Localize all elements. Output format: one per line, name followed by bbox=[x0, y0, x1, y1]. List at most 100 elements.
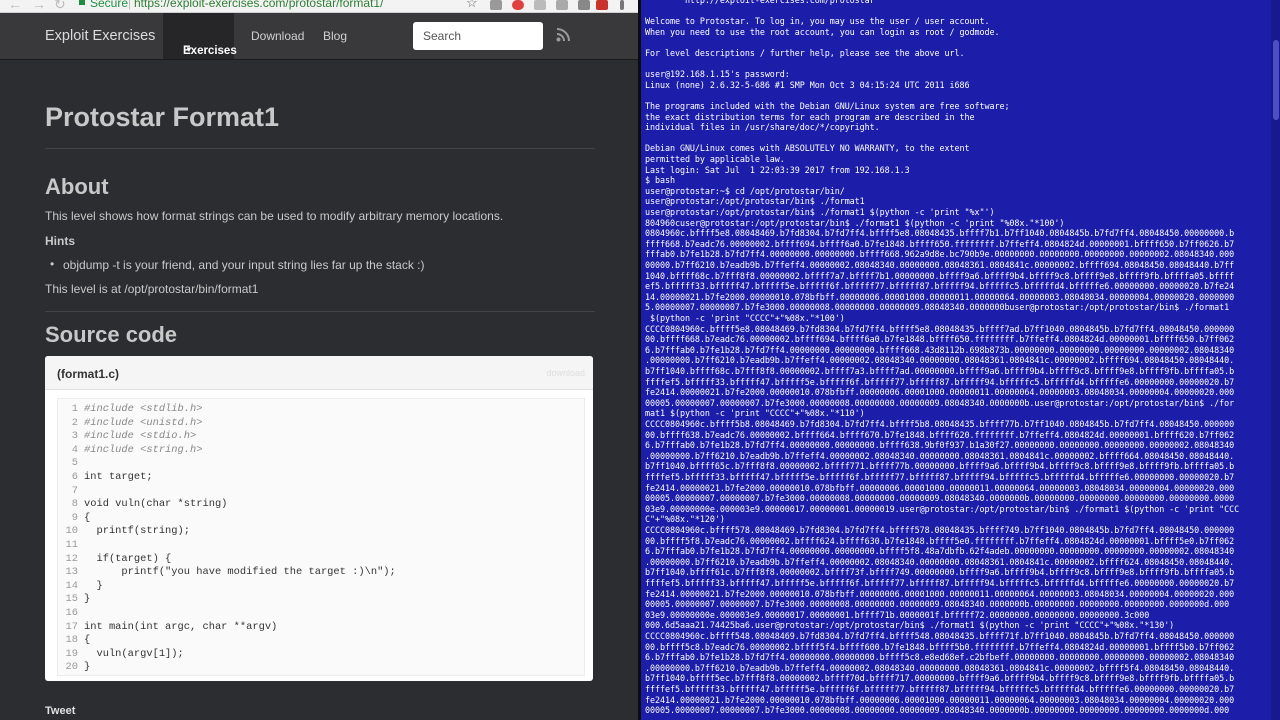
code-text: if(target) { bbox=[84, 552, 172, 565]
code-line: 2 #include <unistd.h> bbox=[58, 417, 584, 431]
terminal-line: 6.b7fffab0.b7fe1b28.b7fd7ff4.00000000.00… bbox=[645, 344, 1235, 355]
terminal-line: $(python -c 'print "CCCC"+"%08x."*100') bbox=[645, 313, 845, 323]
terminal-line: b7ff1040.bffff5ec.b7fff8f8.00000002.bfff… bbox=[645, 673, 1235, 684]
page-title: Protostar Format1 bbox=[45, 102, 280, 132]
terminal-line: CCCC0804960c.bffff548.08048469.b7fd8304.… bbox=[645, 631, 1235, 641]
terminal-line: b7ff1040.bffff68c.b7fff8f8.00000002.bfff… bbox=[645, 366, 1235, 376]
line-number: 8 bbox=[71, 498, 78, 511]
terminal-scrollbar[interactable] bbox=[1271, 0, 1280, 720]
extension-icon[interactable] bbox=[578, 0, 590, 10]
rss-icon[interactable] bbox=[556, 28, 570, 42]
terminal-line: 03e9.00000000e.000003e9.00000017.0000000… bbox=[645, 609, 1150, 620]
bookmark-star-icon[interactable]: ☆ bbox=[466, 0, 478, 11]
caret-down-icon: ▼ bbox=[185, 45, 193, 54]
address-bar[interactable]: ← → ↻ Secure | https://exploit-exercises… bbox=[0, 0, 638, 13]
terminal-line: individual files in /usr/share/doc/*/cop… bbox=[645, 122, 880, 133]
divider bbox=[45, 311, 595, 312]
reload-icon[interactable]: ↻ bbox=[54, 0, 66, 12]
code-line: 11 bbox=[58, 539, 584, 553]
url-separator: | bbox=[128, 0, 132, 10]
code-line: 16 bbox=[58, 607, 584, 621]
terminal-line: .00000000.b7ff6210.b7eadb9b.b7ffeff4.000… bbox=[645, 662, 1235, 673]
terminal-line: permitted by applicable law. bbox=[645, 154, 785, 164]
terminal-line: CCCC0804960c.bffff5b8.08048469.b7fd8304.… bbox=[645, 419, 1235, 429]
terminal-line: For level descriptions / further help, p… bbox=[645, 48, 965, 58]
terminal-line: .00000000.b7ff6210.b7eadb9b.b7ffeff4.000… bbox=[645, 355, 1235, 366]
scrollbar-thumb[interactable] bbox=[1273, 40, 1279, 120]
source-code-panel: (format1.c) download 1 #include <stdlib.h… bbox=[45, 356, 593, 681]
terminal-line: ffffef5.bfffff33.bfffff47.bfffff5e.bffff… bbox=[645, 472, 1235, 482]
code-text: int target; bbox=[84, 471, 153, 483]
terminal-line: Linux (none) 2.6.32-5-686 #1 SMP Mon Oct… bbox=[645, 79, 970, 90]
code-text: #include <unistd.h> bbox=[84, 416, 203, 429]
back-icon[interactable]: ← bbox=[8, 0, 22, 12]
extension-icon[interactable] bbox=[556, 0, 568, 10]
code-line: 10 printf(string); bbox=[58, 525, 584, 539]
code-line: 3 #include <stdio.h> bbox=[58, 430, 584, 444]
terminal-line: .00000000.b7ff6210.b7eadb9b.b7ffeff4.000… bbox=[645, 556, 1235, 567]
extension-icon[interactable] bbox=[490, 0, 502, 10]
code-text: #include <string.h> bbox=[84, 443, 203, 456]
terminal-line: 00.bffff5c8.b7eadc76.00000002.bffff5f4.b… bbox=[645, 641, 1235, 652]
terminal-line: ef5.bfffff33.bfffff47.bfffff5e.bfffff6f.… bbox=[645, 281, 1235, 292]
opera-extension-icon[interactable] bbox=[512, 0, 524, 10]
terminal-line: ffff668.b7eadc76.00000002.bffff694.bffff… bbox=[645, 238, 1235, 249]
nav-blog[interactable]: Blog bbox=[323, 29, 347, 43]
line-number: 13 bbox=[65, 566, 78, 579]
download-link[interactable]: download bbox=[546, 368, 585, 378]
code-text: } bbox=[84, 593, 91, 606]
code-text: #include <stdio.h> bbox=[84, 430, 197, 443]
nav-exercises-dropdown[interactable]: Exercises ▼ bbox=[163, 13, 237, 59]
menu-icon[interactable] bbox=[620, 0, 624, 10]
forward-icon[interactable]: → bbox=[32, 0, 46, 12]
terminal-line: 0804960c.bffff5e8.08048469.b7fd8304.b7fd… bbox=[645, 228, 1235, 239]
line-number: 12 bbox=[65, 552, 78, 565]
code-panel-header: (format1.c) download bbox=[45, 356, 593, 390]
code-line: 17 int main(int argc, char **argv) bbox=[58, 621, 584, 635]
terminal-line: ffffef5.bfffff33.bfffff47.bfffff5e.bffff… bbox=[645, 684, 1235, 694]
terminal-line: the exact distribution terms for each pr… bbox=[645, 111, 975, 122]
hint-item: objdump -t is your friend, and your inpu… bbox=[50, 257, 424, 272]
terminal-line: 5.00000007.00000007.b7fe3000.00000008.00… bbox=[645, 302, 1230, 313]
code-text: vuln(argv[1]); bbox=[84, 647, 184, 660]
terminal-line: 6.b7fffab0.b7fe1b28.b7fd7ff4.00000000.00… bbox=[645, 652, 1235, 663]
secure-label: Secure bbox=[90, 0, 129, 10]
search-input[interactable] bbox=[413, 22, 543, 50]
line-number: 5 bbox=[71, 457, 78, 470]
code-text: void vuln(char *string) bbox=[84, 498, 228, 511]
terminal-line: 00.bffff668.b7eadc76.00000002.bffff694.b… bbox=[645, 334, 1235, 345]
terminal-line: When you need to use the root account, y… bbox=[645, 26, 1000, 37]
line-number: 14 bbox=[65, 579, 78, 592]
terminal-line: 6.b7fffab0.b7fe1b28.b7fd7ff4.00000000.00… bbox=[645, 440, 1235, 451]
code-line: 5 bbox=[58, 457, 584, 471]
terminal-line: 14.00000021.b7fe2000.00000010.078bfbff.0… bbox=[645, 291, 1235, 302]
terminal-line: 00.bffff638.b7eadc76.00000002.bffff664.b… bbox=[645, 429, 1235, 440]
code-line: 20} bbox=[58, 661, 584, 675]
divider bbox=[45, 148, 595, 149]
code-line: 18 { bbox=[58, 634, 584, 648]
code-text: printf("you have modified the target :)\… bbox=[84, 566, 396, 579]
code-line: 7 bbox=[58, 485, 584, 499]
code-line: 15} bbox=[58, 593, 584, 607]
code-line: 14 } bbox=[58, 580, 584, 594]
line-number: 19 bbox=[65, 647, 78, 660]
flag-extension-icon[interactable] bbox=[596, 0, 608, 10]
terminal-window[interactable]: http://exploit-exercises.com/protostar We… bbox=[641, 0, 1280, 720]
about-heading: About bbox=[45, 174, 109, 199]
line-number: 10 bbox=[65, 525, 78, 538]
about-text: This level shows how format strings can … bbox=[45, 209, 504, 223]
terminal-line: 00005.00000007.00000007.b7fe3000.0000000… bbox=[645, 397, 1235, 408]
terminal-line: 00.bffff5f8.b7eadc76.00000002.bffff624.b… bbox=[645, 535, 1235, 546]
url-text[interactable]: https://exploit-exercises.com/protostar/… bbox=[134, 0, 383, 10]
terminal-line: $ bash bbox=[645, 175, 675, 186]
site-brand[interactable]: Exploit Exercises bbox=[45, 28, 155, 44]
terminal-line: 00005.00000007.00000007.b7fe3000.0000000… bbox=[645, 493, 1235, 504]
nav-download[interactable]: Download bbox=[251, 29, 304, 43]
terminal-line: ffffef5.bfffff33.bfffff47.bfffff5e.bffff… bbox=[645, 376, 1235, 387]
code-line: 4 #include <string.h> bbox=[58, 444, 584, 458]
code-line: 1 #include <stdlib.h> bbox=[58, 403, 584, 417]
source-code-heading: Source code bbox=[45, 322, 178, 347]
extension-icon[interactable] bbox=[534, 0, 546, 10]
tweet-button[interactable]: Tweet bbox=[45, 705, 75, 717]
line-number: 6 bbox=[71, 471, 78, 483]
